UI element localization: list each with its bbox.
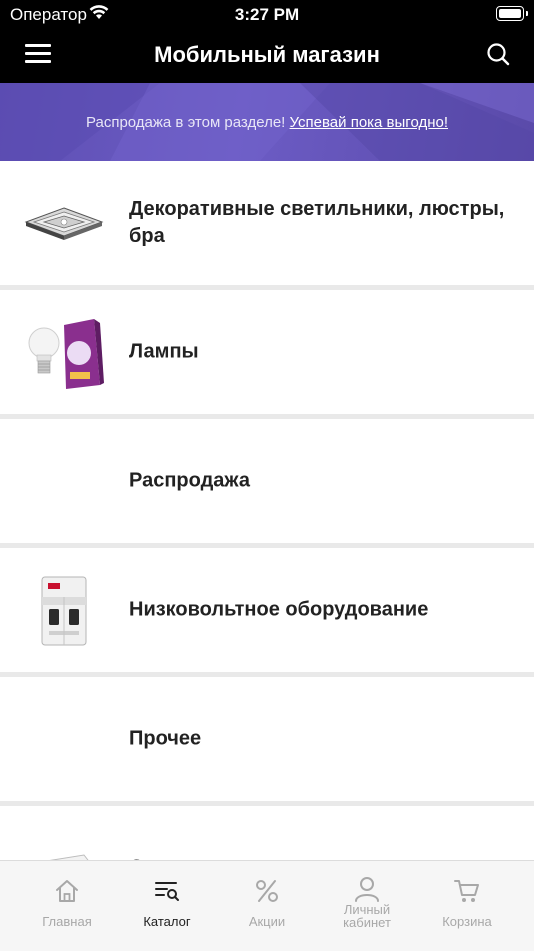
tab-label: Каталог [143,914,191,929]
tab-label: Главная [42,914,92,929]
clock: 3:27 PM [234,5,300,24]
tab-cart[interactable]: Корзина [417,861,517,951]
user-icon [355,877,379,902]
tab-label: Корзина [442,914,492,929]
category-label: Лампы [129,340,199,363]
tab-promotions[interactable]: Акции [217,861,317,951]
home-icon [56,880,78,902]
tab-bar: Главная Каталог Акции Личный кабинет Кор… [0,860,534,951]
led-bulb-box-image [28,319,104,389]
tab-catalog[interactable]: Каталог [117,861,217,951]
category-label: Распродажа [129,469,250,492]
category-item-sale[interactable]: Распродажа [0,419,534,543]
tab-label: Личный кабинет [343,902,391,930]
promo-text: Распродажа в этом разделе! Успевай пока … [0,114,534,131]
category-label: Низковольтное оборудование [129,598,429,621]
category-item-other[interactable]: Прочее [0,677,534,801]
percent-icon [256,880,278,902]
category-item-low-voltage[interactable]: Низковольтное оборудование [0,548,534,672]
promo-link[interactable]: Успевай пока выгодно! [290,114,449,131]
navigation-bar: Мобильный магазин [0,28,534,83]
promo-message: Распродажа в этом разделе! [85,114,286,131]
page-title: Мобильный магазин [154,42,380,67]
tab-label: Акции [248,914,286,929]
category-list: Декоративные светильники, люстры, бра Ла… [0,161,534,935]
category-label: Декоративные светильники, люстры, бра [129,198,505,247]
battery-icon [496,6,528,21]
cart-icon [454,880,479,902]
catalog-icon [155,882,179,901]
status-bar: Оператор 3:27 PM [0,0,534,28]
tab-account[interactable]: Личный кабинет [317,861,417,951]
tab-home[interactable]: Главная [17,861,117,951]
promo-banner: Распродажа в этом разделе! Успевай пока … [0,83,534,161]
category-label: Прочее [129,727,202,750]
category-item-decorative-lights[interactable]: Декоративные светильники, люстры, бра [0,161,534,285]
circuit-breaker-image [41,576,87,646]
chandelier-image [24,207,104,240]
category-item-lamps[interactable]: Лампы [0,290,534,414]
search-icon[interactable] [486,42,510,66]
